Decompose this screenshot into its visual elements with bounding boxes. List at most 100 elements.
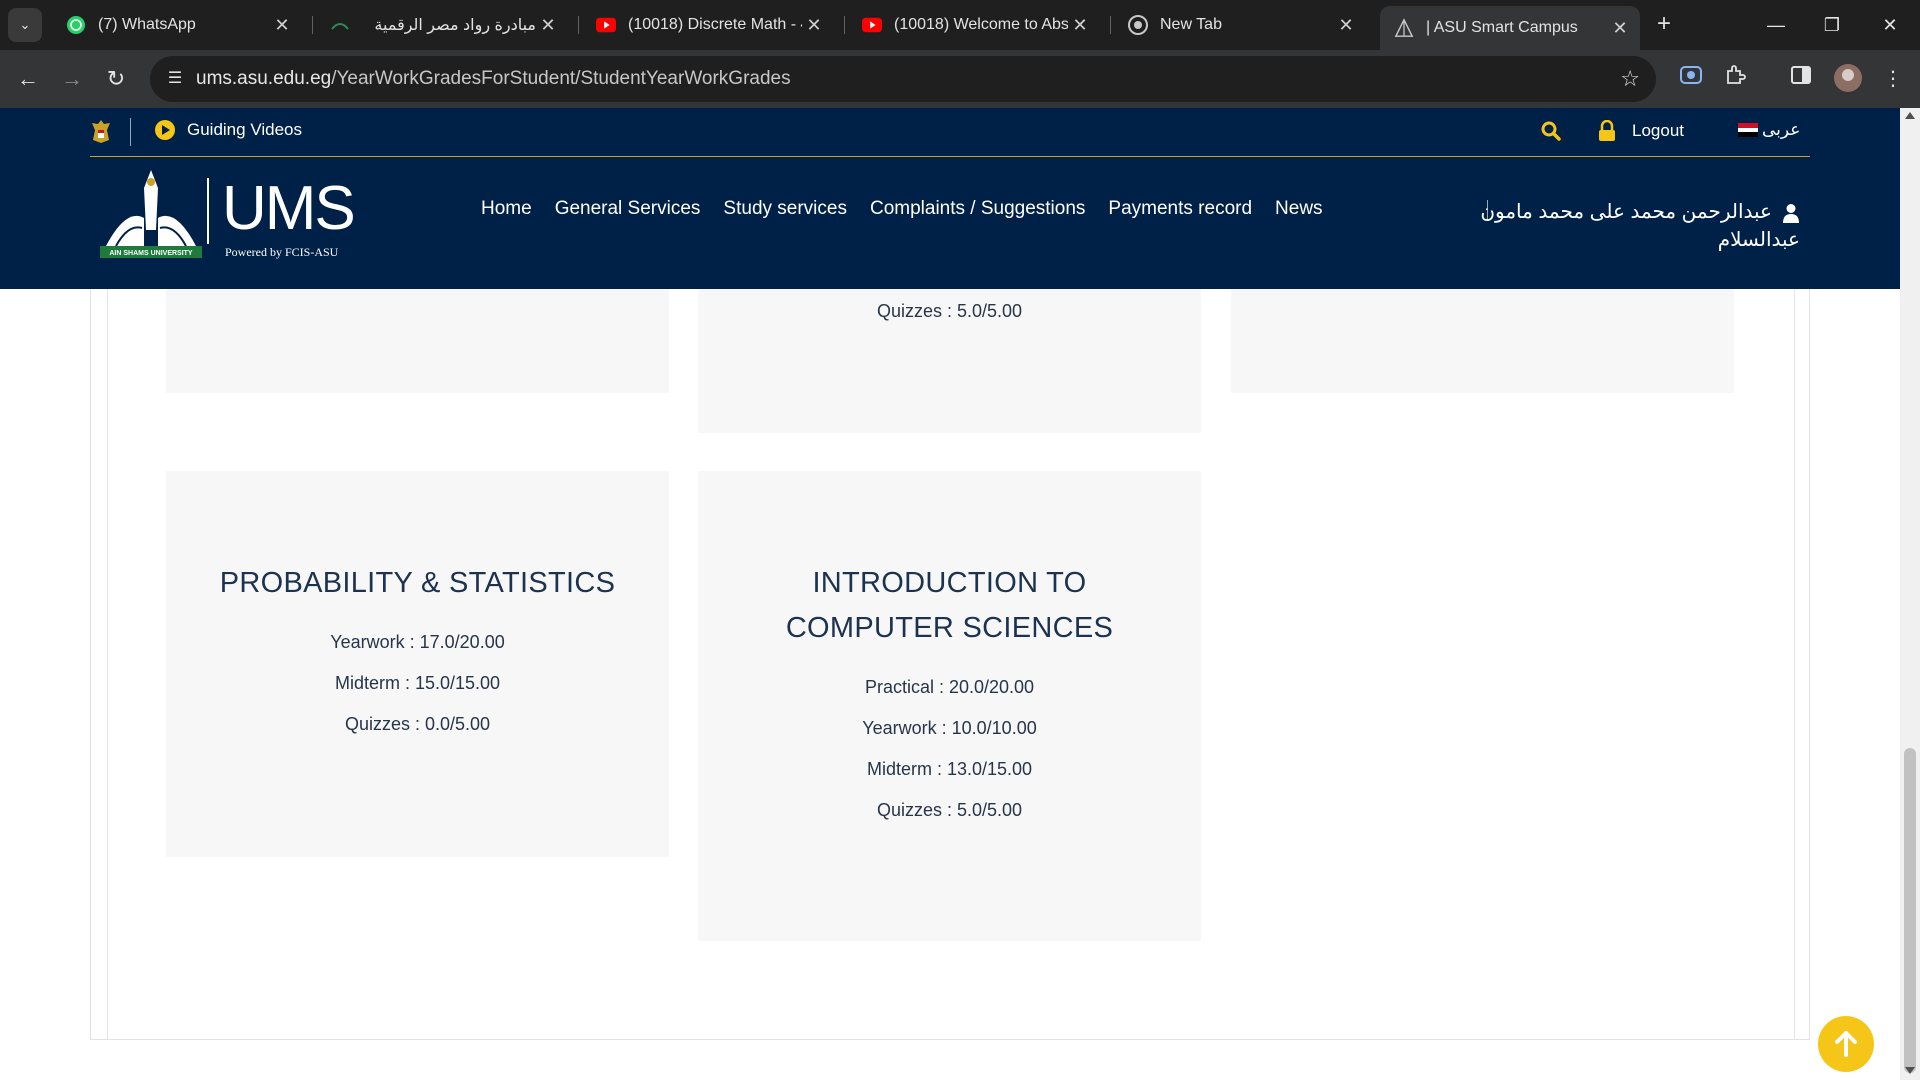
browser-tab-rowad[interactable]: مبادرة رواد مصر الرقمية ✕	[316, 6, 568, 44]
course-card-probability-statistics: PROBABILITY & STATISTICS Yearwork : 17.0…	[166, 471, 669, 857]
play-circle-icon	[155, 120, 175, 140]
tab-title: (10018) Discrete Math - 4.3	[628, 16, 802, 33]
grade-practical: Practical : 20.0/20.00	[864, 677, 1035, 697]
grade-yearwork: Yearwork : 17.0/20.00	[330, 632, 505, 652]
browser-tabstrip: ⌄ (7) WhatsApp ✕ مبادرة رواد مصر الرقمية…	[0, 0, 1920, 50]
site-header: Guiding Videos Logout عربى AIN SHAMS UNI…	[0, 108, 1900, 289]
tab-title: مبادرة رواد مصر الرقمية	[374, 17, 536, 34]
nav-study-services[interactable]: Study services	[723, 198, 847, 220]
close-tab-icon[interactable]: ✕	[1334, 15, 1358, 36]
tab-divider	[312, 16, 313, 34]
reload-icon[interactable]: ↻	[100, 63, 132, 95]
tab-divider	[578, 16, 579, 34]
logo-divider	[207, 178, 209, 244]
tab-title: (7) WhatsApp	[98, 16, 196, 33]
screen-cast-icon[interactable]	[1676, 64, 1706, 94]
address-bar[interactable]: ☰ ums.asu.edu.eg/YearWorkGradesForStuden…	[150, 56, 1656, 102]
user-name: عبدالرحمن محمد على محمد مامون عبدالسلام	[1480, 201, 1800, 251]
university-name: AIN SHAMS UNIVERSITY	[109, 250, 193, 257]
browser-tab-abstract[interactable]: (10018) Welcome to Abstra ✕	[848, 6, 1100, 44]
close-tab-icon[interactable]: ✕	[1608, 18, 1632, 39]
youtube-icon	[862, 15, 882, 35]
tab-title: New Tab	[1160, 16, 1222, 33]
nav-home[interactable]: Home	[481, 198, 532, 220]
close-window-icon[interactable]: ✕	[1862, 0, 1918, 50]
tab-divider	[844, 16, 845, 34]
user-icon	[1782, 203, 1800, 223]
nav-general-services[interactable]: General Services	[555, 198, 701, 220]
asu-icon	[1394, 18, 1414, 38]
egypt-eagle-icon	[90, 118, 112, 144]
guiding-videos-link[interactable]: Guiding Videos	[155, 120, 302, 140]
browser-tab-discrete-math[interactable]: (10018) Discrete Math - 4.3 ✕	[582, 6, 834, 44]
search-icon[interactable]	[1540, 120, 1562, 142]
guiding-videos-label: Guiding Videos	[187, 120, 302, 139]
logout-label: Logout	[1632, 121, 1684, 140]
scroll-up-arrow-icon[interactable]	[1905, 112, 1915, 119]
bookmark-star-icon[interactable]: ☆	[1620, 66, 1640, 92]
grade-quizzes: Quizzes : 0.0/5.00	[344, 714, 491, 734]
tab-divider	[1110, 16, 1111, 34]
new-tab-plus-icon[interactable]: +	[1650, 10, 1678, 38]
nav-complaints-suggestions[interactable]: Complaints / Suggestions	[870, 198, 1085, 220]
course-card-partial-left	[166, 289, 669, 393]
restore-window-icon[interactable]: ❐	[1804, 0, 1860, 50]
logout-link[interactable]: Logout	[1598, 119, 1684, 142]
back-arrow-icon[interactable]: ←	[12, 63, 44, 95]
header-topbar: Guiding Videos Logout عربى	[90, 108, 1810, 157]
close-tab-icon[interactable]: ✕	[536, 15, 560, 36]
grade-midterm: Midterm : 13.0/15.00	[866, 759, 1033, 779]
forward-arrow-icon[interactable]: →	[56, 63, 88, 95]
arrow-up-icon	[1835, 1031, 1857, 1057]
course-card-intro-computer-sciences: INTRODUCTION TO COMPUTER SCIENCES Practi…	[698, 471, 1201, 941]
close-tab-icon[interactable]: ✕	[802, 15, 826, 36]
course-card-partial-right	[1231, 289, 1734, 393]
ums-logo-text[interactable]: UMS	[222, 178, 356, 240]
minimize-icon[interactable]: —	[1748, 0, 1804, 50]
url-host: ums.asu.edu.eg	[196, 68, 332, 89]
scroll-down-arrow-icon[interactable]	[1905, 1067, 1915, 1074]
language-switch-link[interactable]: عربى	[1738, 120, 1800, 140]
nav-news[interactable]: News	[1275, 198, 1323, 220]
whatsapp-icon	[66, 15, 86, 35]
university-emblem-icon: AIN SHAMS UNIVERSITY	[100, 170, 202, 258]
profile-avatar[interactable]	[1834, 64, 1862, 92]
course-title: PROBABILITY & STATISTICS	[219, 567, 616, 599]
chrome-icon	[1128, 15, 1148, 35]
side-panel-icon[interactable]	[1786, 64, 1816, 94]
grade-quizzes: Quizzes : 5.0/5.00	[876, 301, 1023, 321]
grades-list: Yearwork : 17.0/20.00 Midterm : 15.0/15.…	[166, 622, 669, 745]
tab-title: (10018) Welcome to Abstra	[894, 16, 1068, 33]
url-path: /YearWorkGradesForStudent/StudentYearWor…	[331, 68, 791, 89]
youtube-icon	[596, 15, 616, 35]
back-to-top-button[interactable]	[1818, 1016, 1874, 1072]
browser-tab-new-tab[interactable]: New Tab ✕	[1114, 6, 1366, 44]
egypt-flag-icon	[1738, 123, 1758, 138]
grade-yearwork: Yearwork : 10.0/10.00	[862, 718, 1037, 738]
user-menu[interactable]: عبدالرحمن محمد على محمد مامون عبدالسلام	[1460, 198, 1800, 254]
tab-search-chevron-icon[interactable]: ⌄	[8, 8, 42, 42]
nav-payments-record[interactable]: Payments record	[1108, 198, 1252, 220]
extensions-puzzle-icon[interactable]	[1720, 64, 1750, 94]
course-title: INTRODUCTION TO COMPUTER SCIENCES	[785, 567, 1114, 644]
url-text[interactable]: ums.asu.edu.eg/YearWorkGradesForStudent/…	[196, 68, 791, 90]
browser-tab-asu-smart-campus[interactable]: | ASU Smart Campus ✕	[1380, 6, 1640, 50]
grades-list: Practical : 20.0/20.00 Yearwork : 10.0/1…	[698, 667, 1201, 831]
language-label: عربى	[1762, 120, 1801, 139]
site-info-icon[interactable]: ☰	[164, 68, 186, 90]
rowad-icon	[330, 15, 350, 35]
lock-icon	[1598, 119, 1616, 142]
browser-tab-whatsapp[interactable]: (7) WhatsApp ✕	[52, 6, 302, 44]
close-tab-icon[interactable]: ✕	[1068, 15, 1092, 36]
powered-by-text: Powered by FCIS-ASU	[225, 245, 339, 259]
tab-title: | ASU Smart Campus	[1426, 19, 1578, 36]
grade-quizzes: Quizzes : 5.0/5.00	[876, 800, 1023, 820]
menu-kebab-icon[interactable]: ⋮	[1878, 64, 1908, 94]
grade-midterm: Midterm : 15.0/15.00	[334, 673, 501, 693]
page-scrollbar[interactable]	[1900, 108, 1920, 1080]
main-navigation: Home General Services Study services Com…	[481, 198, 1323, 220]
close-tab-icon[interactable]: ✕	[270, 15, 294, 36]
scrollbar-thumb[interactable]	[1904, 748, 1916, 1073]
course-card-partial-middle: Quizzes : 5.0/5.00	[698, 289, 1201, 433]
header-divider	[130, 118, 131, 146]
